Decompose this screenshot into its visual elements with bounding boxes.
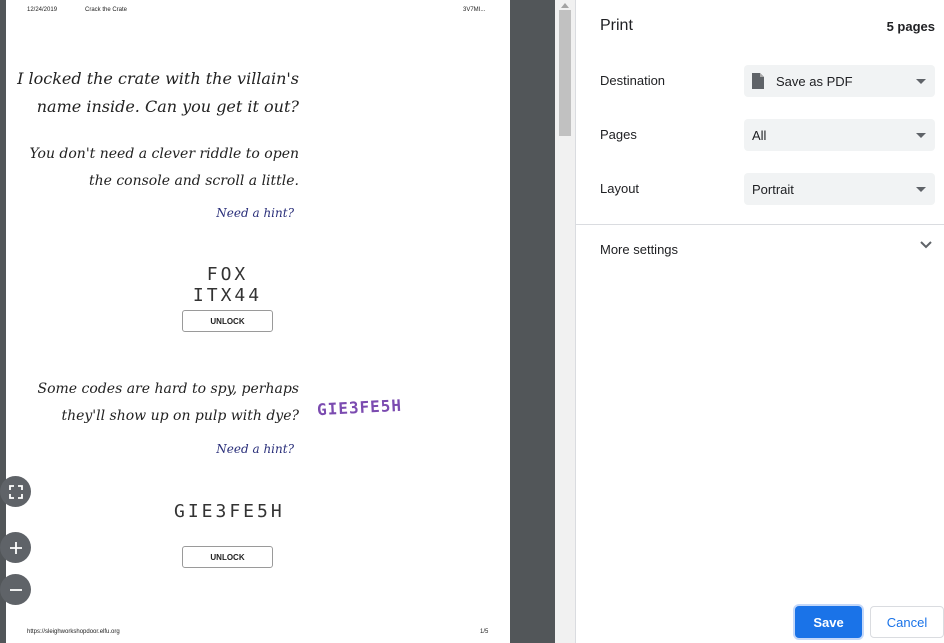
puzzle1-line2: name inside. Can you get it out? xyxy=(36,97,299,116)
puzzle2-hint-link[interactable]: Need a hint? xyxy=(216,442,294,456)
page-count: 5 pages xyxy=(886,19,935,34)
header-title: Crack the Crate xyxy=(85,7,128,13)
footer-page-number: 1/5 xyxy=(480,629,489,635)
footer-url: https://sleighworkshopdoor.elfu.org xyxy=(27,629,120,635)
preview-page: 12/24/2019 Crack the Crate 3V7MI... I lo… xyxy=(6,0,510,643)
header-date: 12/24/2019 xyxy=(27,7,58,13)
chevron-down-icon xyxy=(916,133,926,138)
pages-select[interactable]: All xyxy=(744,119,935,151)
fit-to-page-icon xyxy=(8,484,23,499)
more-settings-label: More settings xyxy=(600,242,679,257)
more-settings-toggle[interactable]: More settings xyxy=(576,226,944,272)
layout-label: Layout xyxy=(600,181,640,196)
scrollbar-thumb[interactable] xyxy=(559,10,571,136)
chevron-down-icon xyxy=(916,79,926,84)
plus-icon xyxy=(9,541,22,554)
chevron-down-icon xyxy=(920,241,932,249)
pages-value: All xyxy=(752,128,767,143)
zoom-out-button[interactable] xyxy=(0,574,31,605)
puzzle1-line3: You don't need a clever riddle to open xyxy=(29,146,300,162)
header-id: 3V7MI... xyxy=(463,7,486,13)
preview-scrollbar[interactable] xyxy=(555,0,575,643)
print-settings-panel: Print 5 pages Destination Save as PDF Pa… xyxy=(575,0,944,643)
layout-select[interactable]: Portrait xyxy=(744,173,935,205)
puzzle1-line1: I locked the crate with the villain's xyxy=(17,69,299,88)
destination-value: Save as PDF xyxy=(776,74,853,89)
panel-title: Print xyxy=(600,17,633,34)
chevron-down-icon xyxy=(916,187,926,192)
puzzle2-line2: they'll show up on pulp with dye? xyxy=(61,408,299,424)
zoom-in-button[interactable] xyxy=(0,532,31,563)
puzzle2-unlock-button[interactable]: UNLOCK xyxy=(182,546,273,568)
destination-select[interactable]: Save as PDF xyxy=(744,65,935,97)
document-icon xyxy=(752,73,764,89)
puzzle1-hint-link[interactable]: Need a hint? xyxy=(216,206,294,220)
puzzle1-line4: the console and scroll a little. xyxy=(88,173,299,189)
puzzle2-line1: Some codes are hard to spy, perhaps xyxy=(37,381,299,397)
pages-label: Pages xyxy=(600,127,637,142)
puzzle2-code: GIE3FE5H xyxy=(174,501,285,522)
minus-icon xyxy=(9,588,22,591)
save-button[interactable]: Save xyxy=(795,606,862,638)
puzzle1-code: FOX ITX44 xyxy=(192,264,263,306)
puzzle2-dye-code: GIE3FE5H xyxy=(316,395,403,420)
destination-label: Destination xyxy=(600,73,666,88)
cancel-button[interactable]: Cancel xyxy=(870,606,944,638)
layout-value: Portrait xyxy=(752,182,794,197)
scroll-up-arrow-icon[interactable] xyxy=(555,0,575,10)
divider xyxy=(576,224,944,225)
print-preview: 12/24/2019 Crack the Crate 3V7MI... I lo… xyxy=(0,0,575,643)
fit-to-page-button[interactable] xyxy=(0,476,31,507)
puzzle1-unlock-button[interactable]: UNLOCK xyxy=(182,310,273,332)
